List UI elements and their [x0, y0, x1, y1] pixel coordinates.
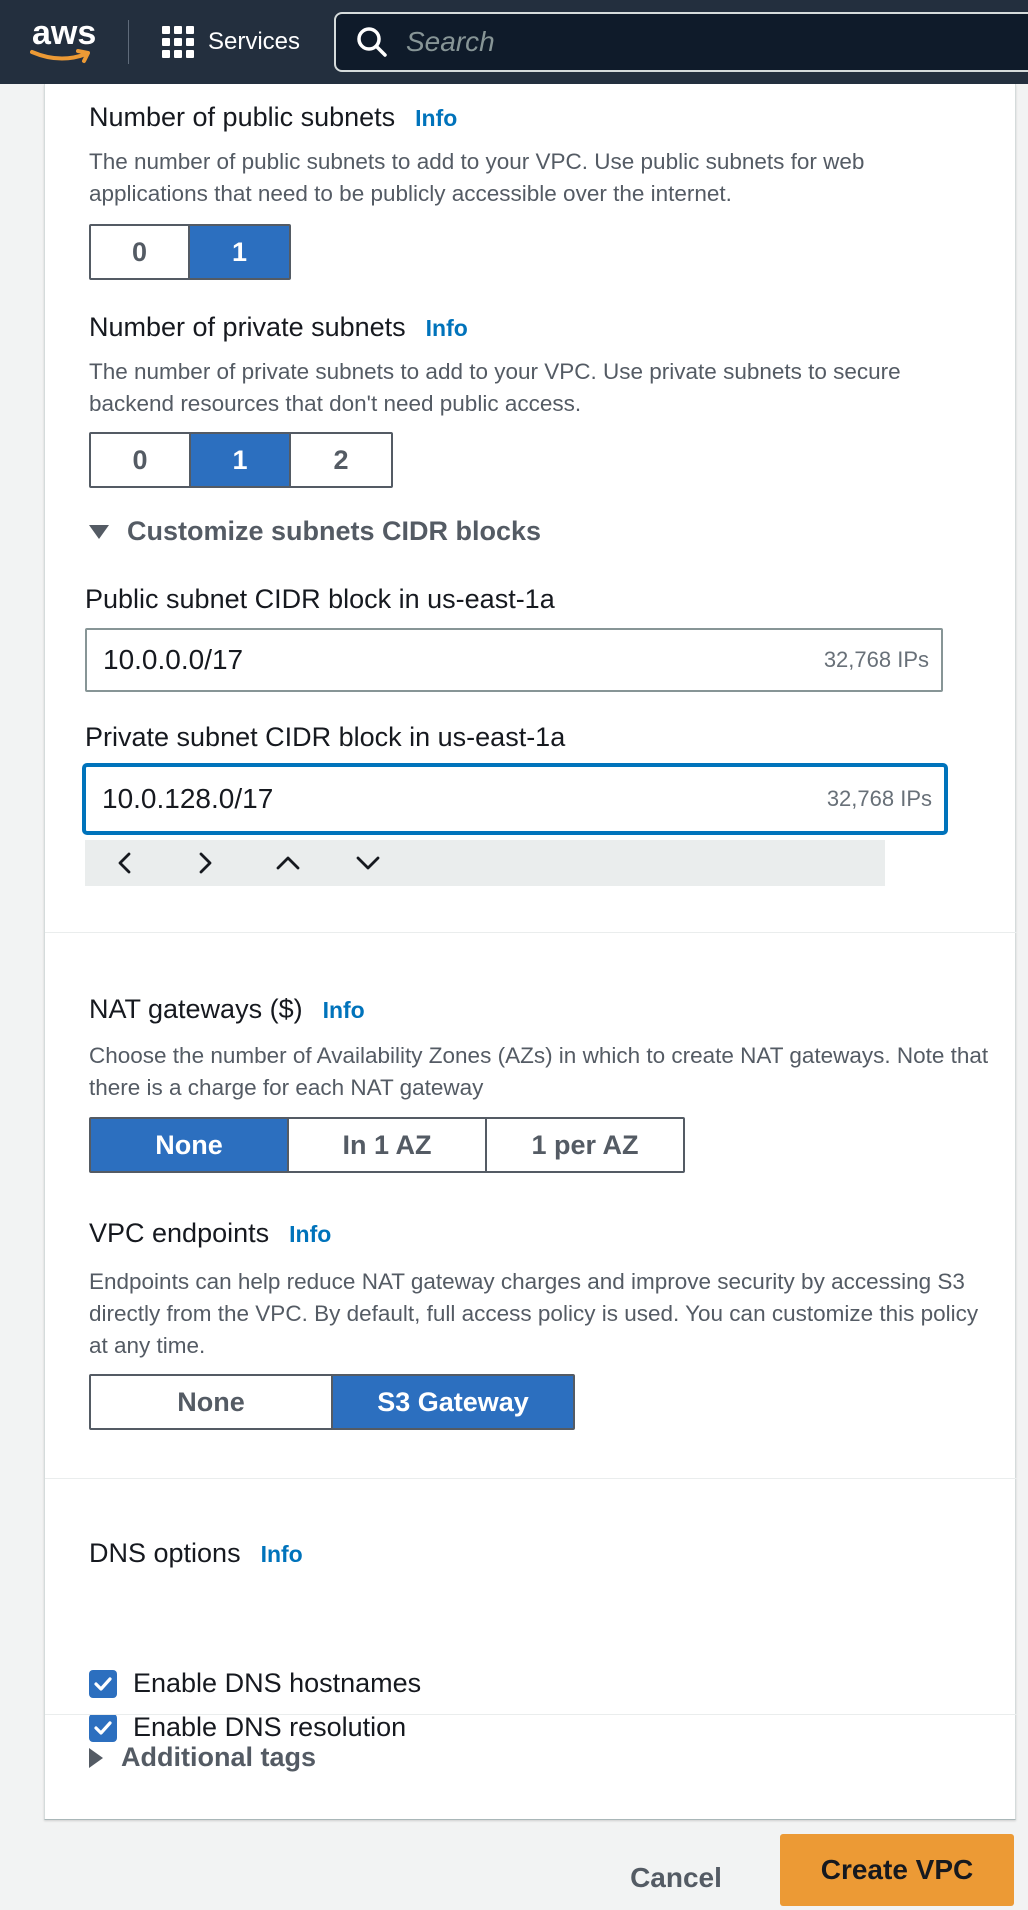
private-cidr-value: 10.0.128.0/17 — [102, 783, 274, 814]
enable-dns-hostnames-label: Enable DNS hostnames — [133, 1668, 422, 1698]
nat-gateways-option-in-1-az[interactable]: In 1 AZ — [289, 1119, 487, 1171]
enable-dns-resolution-label: Enable DNS resolution — [133, 1712, 407, 1742]
private-subnets-option-0[interactable]: 0 — [91, 434, 191, 486]
enable-dns-resolution-checkbox[interactable]: Enable DNS resolution — [89, 1712, 406, 1743]
nat-gateways-option-none[interactable]: None — [91, 1119, 289, 1171]
chevron-right-icon[interactable] — [195, 851, 275, 875]
nat-gateways-label: NAT gateways ($) — [89, 994, 303, 1024]
customize-cidr-expander[interactable]: Customize subnets CIDR blocks — [89, 516, 541, 547]
vpc-endpoints-option-s3-gateway[interactable]: S3 Gateway — [333, 1376, 573, 1428]
private-subnets-option-2[interactable]: 2 — [291, 434, 391, 486]
section-divider — [45, 1714, 1017, 1715]
dns-options-label: DNS options — [89, 1538, 241, 1568]
caret-right-icon — [89, 1747, 103, 1768]
customize-cidr-label: Customize subnets CIDR blocks — [127, 516, 542, 546]
smile-arrow-icon — [30, 49, 90, 63]
services-menu-button[interactable]: Services — [162, 22, 300, 62]
additional-tags-expander[interactable]: Additional tags — [89, 1742, 316, 1773]
private-cidr-label: Private subnet CIDR block in us-east-1a — [85, 722, 566, 752]
vpc-endpoints-field: VPC endpoints Info — [89, 1218, 331, 1249]
public-subnets-field: Number of public subnets Info — [89, 102, 457, 133]
nat-gateways-option-1-per-az[interactable]: 1 per AZ — [487, 1119, 683, 1171]
search-input[interactable] — [406, 26, 1006, 58]
autofill-navigation-bar — [85, 840, 885, 886]
section-divider — [45, 1478, 1017, 1479]
vpc-endpoints-option-none[interactable]: None — [91, 1376, 333, 1428]
vpc-endpoints-label: VPC endpoints — [89, 1218, 270, 1248]
checkbox-checked-icon — [89, 1713, 117, 1742]
nat-gateways-info-link[interactable]: Info — [323, 997, 365, 1023]
vpc-endpoints-description: Endpoints can help reduce NAT gateway ch… — [89, 1269, 979, 1358]
private-subnets-option-1[interactable]: 1 — [191, 434, 291, 486]
public-subnets-label: Number of public subnets — [89, 102, 396, 132]
chevron-left-icon[interactable] — [115, 851, 195, 875]
chevron-down-icon[interactable] — [355, 853, 435, 873]
vpc-settings-panel: Number of public subnets Info The number … — [44, 84, 1017, 1820]
top-navigation: aws Services — [0, 0, 1028, 84]
vpc-endpoints-info-link[interactable]: Info — [289, 1221, 331, 1247]
services-label: Services — [208, 28, 301, 55]
aws-logo[interactable]: aws — [30, 14, 100, 68]
public-cidr-ip-count: 32,768 IPs — [823, 647, 929, 672]
public-cidr-input[interactable]: 10.0.0.0/17 32,768 IPs — [85, 628, 943, 692]
chevron-up-icon[interactable] — [275, 853, 355, 873]
public-cidr-label: Public subnet CIDR block in us-east-1a — [85, 584, 555, 614]
public-subnets-option-1[interactable]: 1 — [190, 226, 289, 278]
caret-down-icon — [89, 524, 109, 539]
public-subnets-info-link[interactable]: Info — [415, 105, 457, 131]
vpc-endpoints-selector: None S3 Gateway — [89, 1374, 575, 1430]
public-cidr-value: 10.0.0.0/17 — [103, 644, 244, 675]
private-subnets-label: Number of private subnets — [89, 312, 406, 342]
additional-tags-label: Additional tags — [121, 1742, 316, 1772]
dns-options-info-link[interactable]: Info — [261, 1541, 303, 1567]
public-subnets-description: The number of public subnets to add to y… — [89, 149, 865, 206]
private-subnets-field: Number of private subnets Info — [89, 312, 468, 343]
private-subnets-description: The number of private subnets to add to … — [89, 359, 901, 416]
private-subnets-info-link[interactable]: Info — [426, 315, 468, 341]
enable-dns-hostnames-checkbox[interactable]: Enable DNS hostnames — [89, 1668, 421, 1699]
section-divider — [45, 932, 1017, 933]
public-subnets-option-0[interactable]: 0 — [91, 226, 191, 278]
nat-gateways-description: Choose the number of Availability Zones … — [89, 1043, 989, 1100]
search-icon — [357, 27, 387, 57]
public-subnets-selector: 0 1 — [89, 224, 291, 280]
nav-divider — [128, 20, 129, 64]
nat-gateways-field: NAT gateways ($) Info — [89, 994, 365, 1025]
private-subnets-selector: 0 1 2 — [89, 432, 393, 488]
create-vpc-button[interactable]: Create VPC — [780, 1834, 1014, 1906]
dns-options-field: DNS options Info — [89, 1538, 303, 1569]
private-cidr-input[interactable]: 10.0.128.0/17 32,768 IPs — [83, 764, 947, 834]
grid-icon — [162, 26, 194, 58]
private-cidr-ip-count: 32,768 IPs — [826, 786, 932, 811]
nat-gateways-selector: None In 1 AZ 1 per AZ — [89, 1117, 685, 1173]
cancel-button[interactable]: Cancel — [602, 1850, 750, 1906]
search-box[interactable] — [334, 12, 1028, 72]
checkbox-checked-icon — [89, 1669, 117, 1698]
